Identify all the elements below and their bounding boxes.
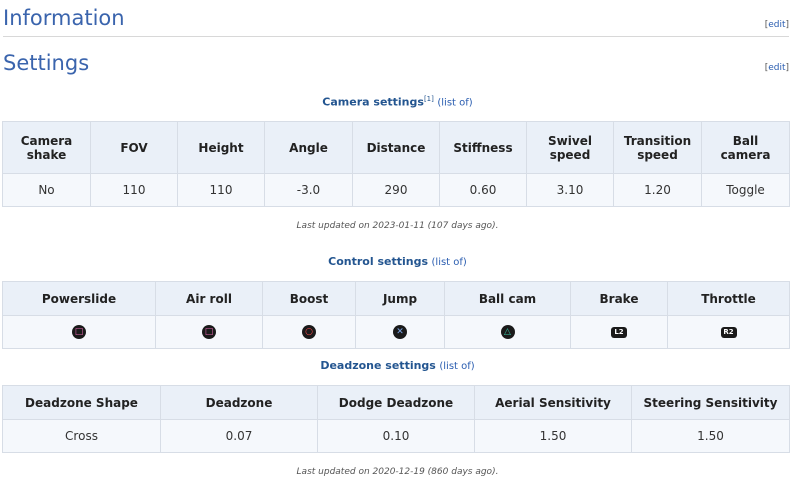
deadzone-settings-title: Deadzone settings <box>320 359 436 372</box>
column-header: Brake <box>570 281 668 316</box>
camera-last-updated: Last updated on 2023-01-11 (107 days ago… <box>296 221 499 231</box>
table-cell: 1.50 <box>474 419 632 453</box>
triangle-button-icon: △ <box>500 325 515 340</box>
column-header: Jump <box>355 281 445 316</box>
table-cell: 1.50 <box>631 419 790 453</box>
table-cell: ✕ <box>355 315 445 349</box>
column-header: Throttle <box>667 281 790 316</box>
square-button-icon: □ <box>72 325 86 340</box>
camera-settings-table: Camera shake FOV Height Angle Distance S… <box>2 121 790 207</box>
heading-divider <box>3 36 789 37</box>
table-cell: ○ <box>262 315 356 349</box>
column-header: FOV <box>90 121 178 174</box>
column-header: Deadzone <box>160 385 318 420</box>
deadzone-list-link[interactable]: (list of) <box>439 361 474 372</box>
control-settings-caption: Control settings (list of) <box>0 255 795 268</box>
r2-trigger-icon: R2 <box>720 327 737 338</box>
deadzone-last-updated: Last updated on 2020-12-19 (860 days ago… <box>296 467 499 477</box>
column-header: Transition speed <box>613 121 702 174</box>
table-cell: 0.07 <box>160 419 318 453</box>
information-edit-link[interactable]: [edit] <box>765 20 789 30</box>
column-header: Air roll <box>155 281 263 316</box>
table-cell: 3.10 <box>526 173 614 207</box>
camera-list-link[interactable]: (list of) <box>437 98 472 109</box>
column-header: Angle <box>264 121 353 174</box>
table-row: □ □ ○ ✕ △ L2 R2 <box>2 315 790 349</box>
column-header: Boost <box>262 281 356 316</box>
information-heading: Information <box>3 6 125 30</box>
edit-link[interactable]: edit <box>768 20 785 30</box>
table-cell: 110 <box>90 173 178 207</box>
table-cell: 290 <box>352 173 440 207</box>
table-cell: 0.60 <box>439 173 527 207</box>
column-header: Height <box>177 121 265 174</box>
table-header-row: Powerslide Air roll Boost Jump Ball cam … <box>2 281 790 316</box>
table-cell: 0.10 <box>317 419 475 453</box>
square-button-icon: □ <box>202 325 216 340</box>
column-header: Deadzone Shape <box>2 385 161 420</box>
table-cell: R2 <box>667 315 790 349</box>
camera-settings-caption: Camera settings[1] (list of) <box>0 95 795 109</box>
deadzone-settings-caption: Deadzone settings (list of) <box>0 359 795 372</box>
column-header: Aerial Sensitivity <box>474 385 632 420</box>
table-cell: 110 <box>177 173 265 207</box>
deadzone-settings-table: Deadzone Shape Deadzone Dodge Deadzone A… <box>2 385 790 453</box>
control-settings-title: Control settings <box>328 255 429 268</box>
table-cell: No <box>2 173 91 207</box>
table-cell: □ <box>155 315 263 349</box>
column-header: Dodge Deadzone <box>317 385 475 420</box>
column-header: Ball camera <box>701 121 790 174</box>
circle-button-icon: ○ <box>302 325 316 340</box>
table-row: No 110 110 -3.0 290 0.60 3.10 1.20 Toggl… <box>2 173 790 207</box>
settings-heading: Settings <box>3 51 90 75</box>
table-header-row: Camera shake FOV Height Angle Distance S… <box>2 121 790 174</box>
column-header: Stiffness <box>439 121 527 174</box>
column-header: Powerslide <box>2 281 156 316</box>
table-cell: Cross <box>2 419 161 453</box>
control-settings-table: Powerslide Air roll Boost Jump Ball cam … <box>2 281 790 349</box>
cross-button-icon: ✕ <box>393 325 407 340</box>
table-cell: □ <box>2 315 156 349</box>
column-header: Steering Sensitivity <box>631 385 790 420</box>
edit-link[interactable]: edit <box>768 63 785 73</box>
table-cell: -3.0 <box>264 173 353 207</box>
column-header: Distance <box>352 121 440 174</box>
settings-edit-link[interactable]: [edit] <box>765 63 789 73</box>
table-cell: L2 <box>570 315 668 349</box>
control-list-link[interactable]: (list of) <box>432 257 467 268</box>
table-row: Cross 0.07 0.10 1.50 1.50 <box>2 419 790 453</box>
table-cell: 1.20 <box>613 173 702 207</box>
reference-link[interactable]: [1] <box>424 95 434 103</box>
column-header: Camera shake <box>2 121 91 174</box>
table-header-row: Deadzone Shape Deadzone Dodge Deadzone A… <box>2 385 790 420</box>
column-header: Swivel speed <box>526 121 614 174</box>
table-cell: Toggle <box>701 173 790 207</box>
column-header: Ball cam <box>444 281 571 316</box>
camera-settings-title: Camera settings <box>322 95 424 109</box>
table-cell: △ <box>444 315 571 349</box>
l2-trigger-icon: L2 <box>611 327 627 338</box>
